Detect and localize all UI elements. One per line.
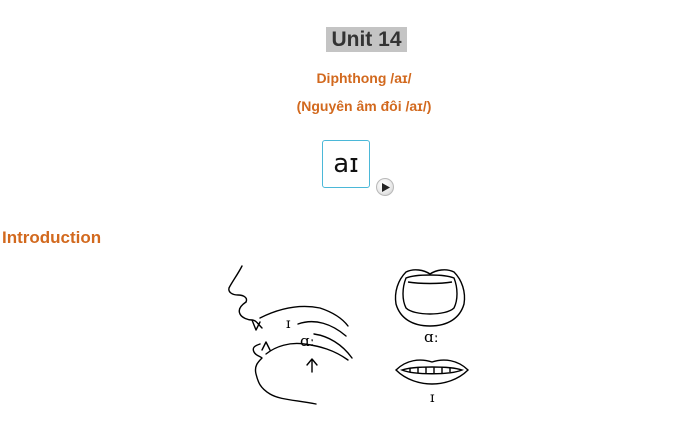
- play-icon: [382, 183, 390, 192]
- section-heading-introduction: Introduction: [2, 228, 102, 247]
- subtitle-english: Diphthong /aɪ/: [316, 70, 412, 86]
- play-audio-button[interactable]: [376, 178, 394, 196]
- tongue-label-upper: ɪ: [286, 316, 291, 332]
- open-lips-drawing: [394, 269, 466, 327]
- phoneme-card: aɪ: [322, 140, 370, 188]
- subtitle-vietnamese: (Nguyên âm đôi /aɪ/): [296, 98, 432, 114]
- articulation-illustration: ɪ ɑː ɑː ɪ: [228, 265, 469, 406]
- lips-label-open: ɑː: [424, 328, 439, 346]
- spread-lips-drawing: [395, 359, 469, 385]
- phoneme-symbol: aɪ: [333, 149, 359, 179]
- unit-title: Unit 14: [326, 27, 407, 52]
- tongue-label-lower: ɑː: [300, 332, 315, 350]
- face-profile-drawing: [228, 265, 353, 405]
- lips-label-spread: ɪ: [430, 390, 435, 406]
